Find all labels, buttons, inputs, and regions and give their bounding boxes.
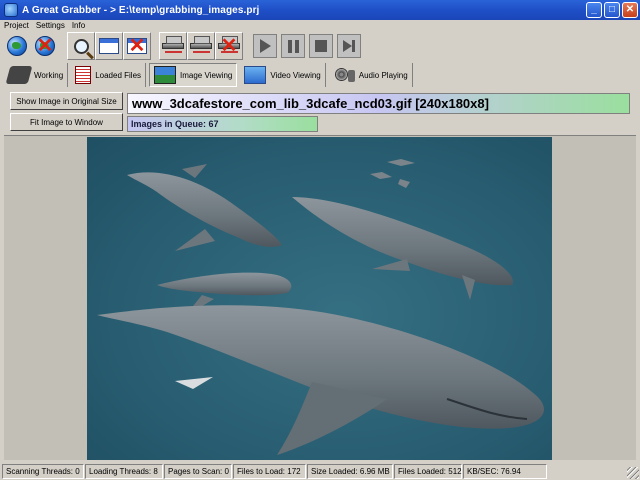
- search-button[interactable]: [67, 32, 95, 60]
- status-scanning-threads: Scanning Threads: 0: [2, 463, 84, 479]
- tab-label: Image Viewing: [180, 70, 233, 80]
- tab-label: Video Viewing: [270, 70, 321, 80]
- window-controls: _ □ ✕: [586, 2, 638, 18]
- tab-loaded-files[interactable]: Loaded Files: [71, 63, 147, 87]
- play-icon: [259, 39, 271, 53]
- close-window-button[interactable]: ✕: [123, 32, 151, 60]
- tab-label: Loaded Files: [95, 70, 142, 80]
- next-button[interactable]: [335, 32, 363, 60]
- toolbar: ✕ ✕ ✕: [0, 31, 640, 61]
- maximize-button[interactable]: □: [604, 2, 620, 18]
- image-viewer: [4, 135, 636, 460]
- status-pages-to-scan: Pages to Scan: 0: [164, 463, 232, 479]
- harvest-icon: [162, 36, 184, 53]
- picture-icon: [154, 66, 177, 84]
- pause-icon: [287, 39, 299, 53]
- next-icon: [343, 40, 355, 52]
- pause-button[interactable]: [279, 32, 307, 60]
- harvest-stop-button[interactable]: ✕: [215, 32, 243, 60]
- tab-label: Working: [34, 70, 64, 80]
- chip-icon: [5, 66, 33, 84]
- tab-video-viewing[interactable]: Video Viewing: [240, 63, 326, 87]
- status-files-to-load: Files to Load: 172: [233, 463, 306, 479]
- fit-to-window-button[interactable]: Fit Image to Window: [10, 113, 123, 131]
- title-bar: A Great Grabber - > E:\temp\grabbing_ima…: [0, 0, 640, 20]
- status-bar: Scanning Threads: 0 Loading Threads: 8 P…: [0, 462, 640, 480]
- show-original-size-button[interactable]: Show Image in Original Size: [10, 92, 123, 110]
- x-icon: ✕: [220, 35, 238, 57]
- minimize-button[interactable]: _: [586, 2, 602, 18]
- x-icon: ✕: [128, 35, 146, 57]
- view-tabs: Working Loaded Files Image Viewing Video…: [0, 62, 640, 88]
- harvest-button[interactable]: [159, 32, 187, 60]
- status-size-loaded: Size Loaded: 6.96 MB: [307, 463, 393, 479]
- menu-settings[interactable]: Settings: [33, 21, 68, 30]
- tab-image-viewing[interactable]: Image Viewing: [149, 63, 238, 87]
- image-filename-field: www_3dcafestore_com_lib_3dcafe_ncd03.gif…: [127, 93, 630, 114]
- status-loading-threads: Loading Threads: 8: [85, 463, 163, 479]
- stop-button[interactable]: [307, 32, 335, 60]
- play-button[interactable]: [251, 32, 279, 60]
- app-icon: [4, 3, 18, 17]
- stop-icon: [315, 40, 327, 52]
- connect-button[interactable]: [3, 32, 31, 60]
- close-button[interactable]: ✕: [622, 2, 638, 18]
- window-button[interactable]: [95, 32, 123, 60]
- tab-label: Audio Playing: [358, 70, 408, 80]
- menu-info[interactable]: Info: [69, 21, 88, 30]
- tab-working[interactable]: Working: [4, 63, 69, 87]
- document-icon: [75, 66, 92, 84]
- window-title: A Great Grabber - > E:\temp\grabbing_ima…: [22, 4, 260, 16]
- audio-icon: [333, 66, 355, 84]
- window-icon: [99, 38, 119, 54]
- search-icon: [73, 38, 89, 54]
- globe-icon: [7, 36, 27, 56]
- menu-bar: Project Settings Info: [0, 20, 640, 31]
- video-icon: [244, 66, 267, 84]
- status-files-loaded: Files Loaded: 512: [394, 463, 462, 479]
- whales-image: [87, 137, 552, 460]
- resize-grip[interactable]: [627, 467, 639, 479]
- queue-count: Images in Queue: 67: [127, 116, 318, 132]
- disconnect-button[interactable]: ✕: [31, 32, 59, 60]
- harvest-alt-icon: [190, 36, 212, 53]
- x-icon: ✕: [36, 35, 54, 57]
- status-kb-sec: KB/SEC: 76.94: [463, 463, 547, 479]
- menu-project[interactable]: Project: [1, 21, 32, 30]
- tab-audio-playing[interactable]: Audio Playing: [329, 63, 413, 87]
- harvest-alt-button[interactable]: [187, 32, 215, 60]
